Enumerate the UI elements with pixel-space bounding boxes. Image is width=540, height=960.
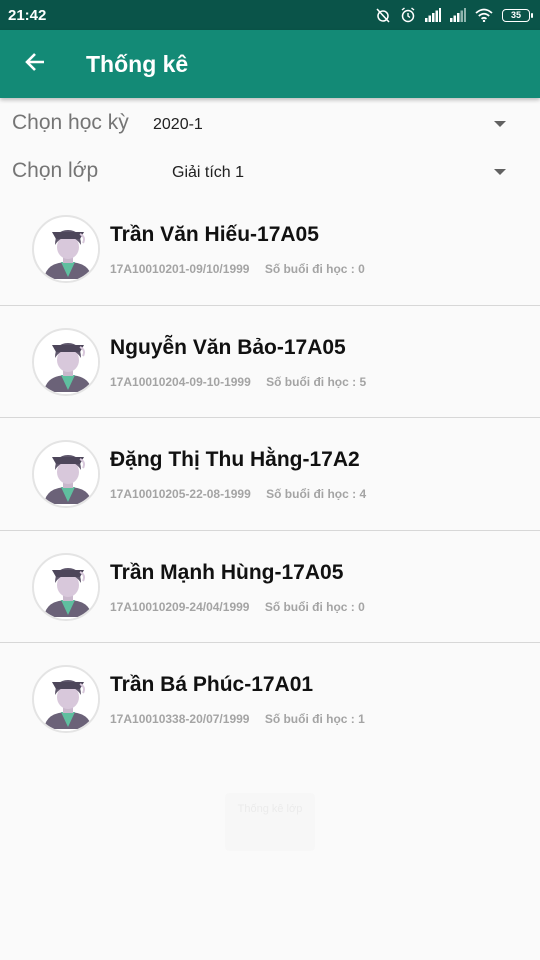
student-name: Trần Mạnh Hùng-17A05 <box>110 560 344 584</box>
student-id-dob: 17A10010209-24/04/1999 <box>110 599 250 614</box>
wifi-icon <box>475 8 493 22</box>
avatar-icon <box>32 440 100 508</box>
avatar-icon <box>32 215 100 283</box>
alarm-icon <box>400 7 416 23</box>
semester-label: Chọn học kỳ <box>12 111 129 134</box>
list-item[interactable]: Trần Mạnh Hùng-17A05 17A10010209-24/04/1… <box>0 531 540 643</box>
student-name: Trần Văn Hiếu-17A05 <box>110 223 319 246</box>
signal-icon <box>450 8 466 22</box>
dropdown-arrow-icon[interactable] <box>494 121 506 127</box>
student-name: Nguyễn Văn Bảo-17A05 <box>110 335 346 359</box>
student-id-dob: 17A10010204-09-10-1999 <box>110 374 251 389</box>
student-meta: 17A10010338-20/07/1999 Số buổi đi học : … <box>110 712 365 726</box>
class-stats-button[interactable]: Thống kê lớp <box>225 793 315 851</box>
attendance-count: Số buổi đi học : 1 <box>264 712 365 726</box>
student-name: Đặng Thị Thu Hằng-17A2 <box>110 448 360 471</box>
attendance-count: Số buổi đi học : 4 <box>266 487 367 501</box>
class-value[interactable]: Giải tích 1 <box>172 164 244 182</box>
page-title: Thống kê <box>86 50 189 77</box>
student-id-dob: 17A10010338-20/07/1999 <box>110 712 250 726</box>
attendance-count: Số buổi đi học : 5 <box>266 374 367 389</box>
student-list: Trần Văn Hiếu-17A05 17A10010201-09/10/19… <box>0 193 540 756</box>
student-id-dob: 17A10010201-09/10/1999 <box>110 262 250 276</box>
student-meta: 17A10010209-24/04/1999 Số buổi đi học : … <box>110 600 365 614</box>
avatar-icon <box>32 552 100 621</box>
attendance-count: Số buổi đi học : 0 <box>264 262 365 276</box>
class-label: Chọn lớp <box>12 159 99 182</box>
class-stats-label: Thống kê lớp <box>237 803 303 815</box>
class-picker[interactable]: Chọn lớp Giải tích 1 <box>0 151 540 191</box>
back-button[interactable] <box>0 30 70 98</box>
arrow-left-icon <box>24 51 46 78</box>
dropdown-arrow-icon[interactable] <box>494 169 506 175</box>
status-bar: 21:42 35 <box>0 0 540 30</box>
semester-picker[interactable]: Chọn học kỳ 2020-1 <box>0 103 540 143</box>
app-bar: Thống kê <box>0 30 540 98</box>
student-name: Trần Bá Phúc-17A01 <box>110 673 314 696</box>
avatar-icon <box>32 327 100 396</box>
attendance-count: Số buổi đi học : 0 <box>264 599 365 614</box>
alarm-off-icon <box>375 7 391 23</box>
list-item[interactable]: Trần Văn Hiếu-17A05 17A10010201-09/10/19… <box>0 193 540 306</box>
student-meta: 17A10010204-09-10-1999 Số buổi đi học : … <box>110 375 366 389</box>
signal-icon <box>425 8 441 22</box>
status-time: 21:42 <box>8 6 47 24</box>
list-item[interactable]: Trần Bá Phúc-17A01 17A10010338-20/07/199… <box>0 643 540 756</box>
list-item[interactable]: Đặng Thị Thu Hằng-17A2 17A10010205-22-08… <box>0 418 540 531</box>
status-icons: 35 <box>375 7 533 23</box>
semester-value[interactable]: 2020-1 <box>153 116 203 134</box>
list-item[interactable]: Nguyễn Văn Bảo-17A05 17A10010204-09-10-1… <box>0 306 540 418</box>
student-meta: 17A10010201-09/10/1999 Số buổi đi học : … <box>110 262 365 276</box>
avatar-icon <box>32 665 100 733</box>
student-meta: 17A10010205-22-08-1999 Số buổi đi học : … <box>110 487 366 501</box>
student-id-dob: 17A10010205-22-08-1999 <box>110 487 251 501</box>
battery-icon: 35 <box>502 8 533 22</box>
